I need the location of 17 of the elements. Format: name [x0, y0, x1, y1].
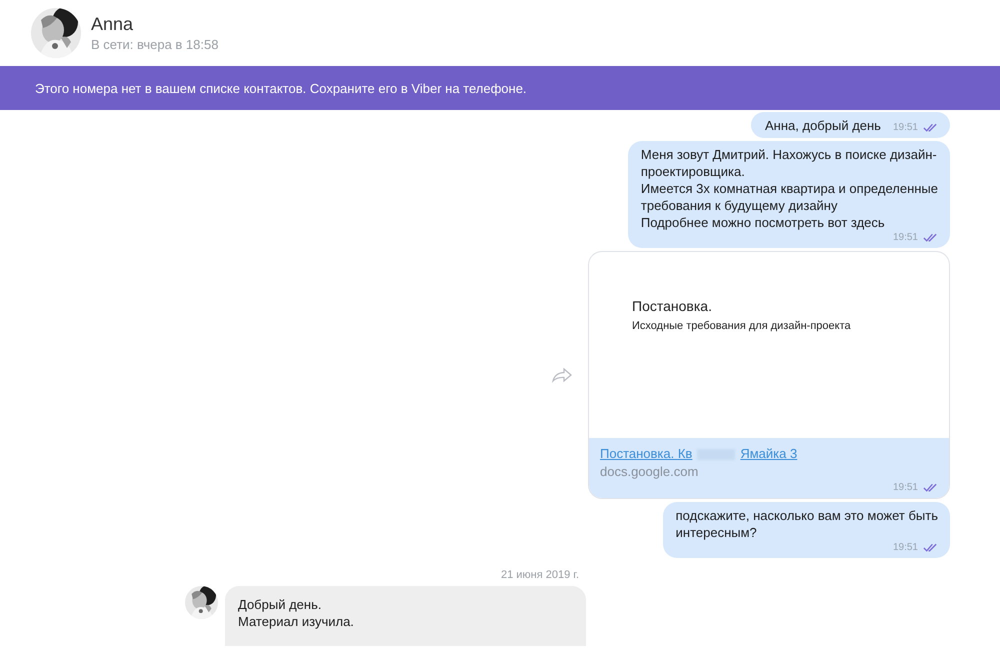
- contact-status: В сети: вчера в 18:58: [91, 37, 218, 52]
- link-domain: docs.google.com: [600, 463, 700, 481]
- message-time: 19:51: [892, 231, 918, 245]
- message-time: 19:51: [892, 481, 918, 495]
- forward-icon[interactable]: [551, 367, 573, 383]
- contact-name: Anna: [91, 14, 134, 35]
- message-text: Анна, добрый день: [765, 117, 881, 134]
- preview-title: Постановка.: [632, 298, 713, 314]
- link-preview[interactable]: Постановка. Исходные требования для дизайн-проекта: [589, 252, 949, 438]
- preview-subtitle: Исходные требования для дизайн-проекта: [632, 320, 852, 332]
- message-text: Меня зовут Дмитрий. Нахожусь в поиске дизайн- проектировщика. Имеется 3х комнатная квартира и определенные требования к будущему дизайну Подробнее можно посмотреть вот здесь: [640, 146, 938, 231]
- message-time: 19:51: [892, 541, 918, 555]
- message-text: подскажите, насколько вам это может быть интересным?: [676, 507, 938, 541]
- message-time: 19:51: [892, 121, 918, 135]
- notice-banner: Этого номера нет в вашем списке контактов. Сохраните его в Viber на телефоне.: [0, 66, 1000, 110]
- date-separator: 21 июня 2019 г.: [500, 569, 580, 581]
- message-text: Добрый день. Материал изучила.: [238, 596, 355, 630]
